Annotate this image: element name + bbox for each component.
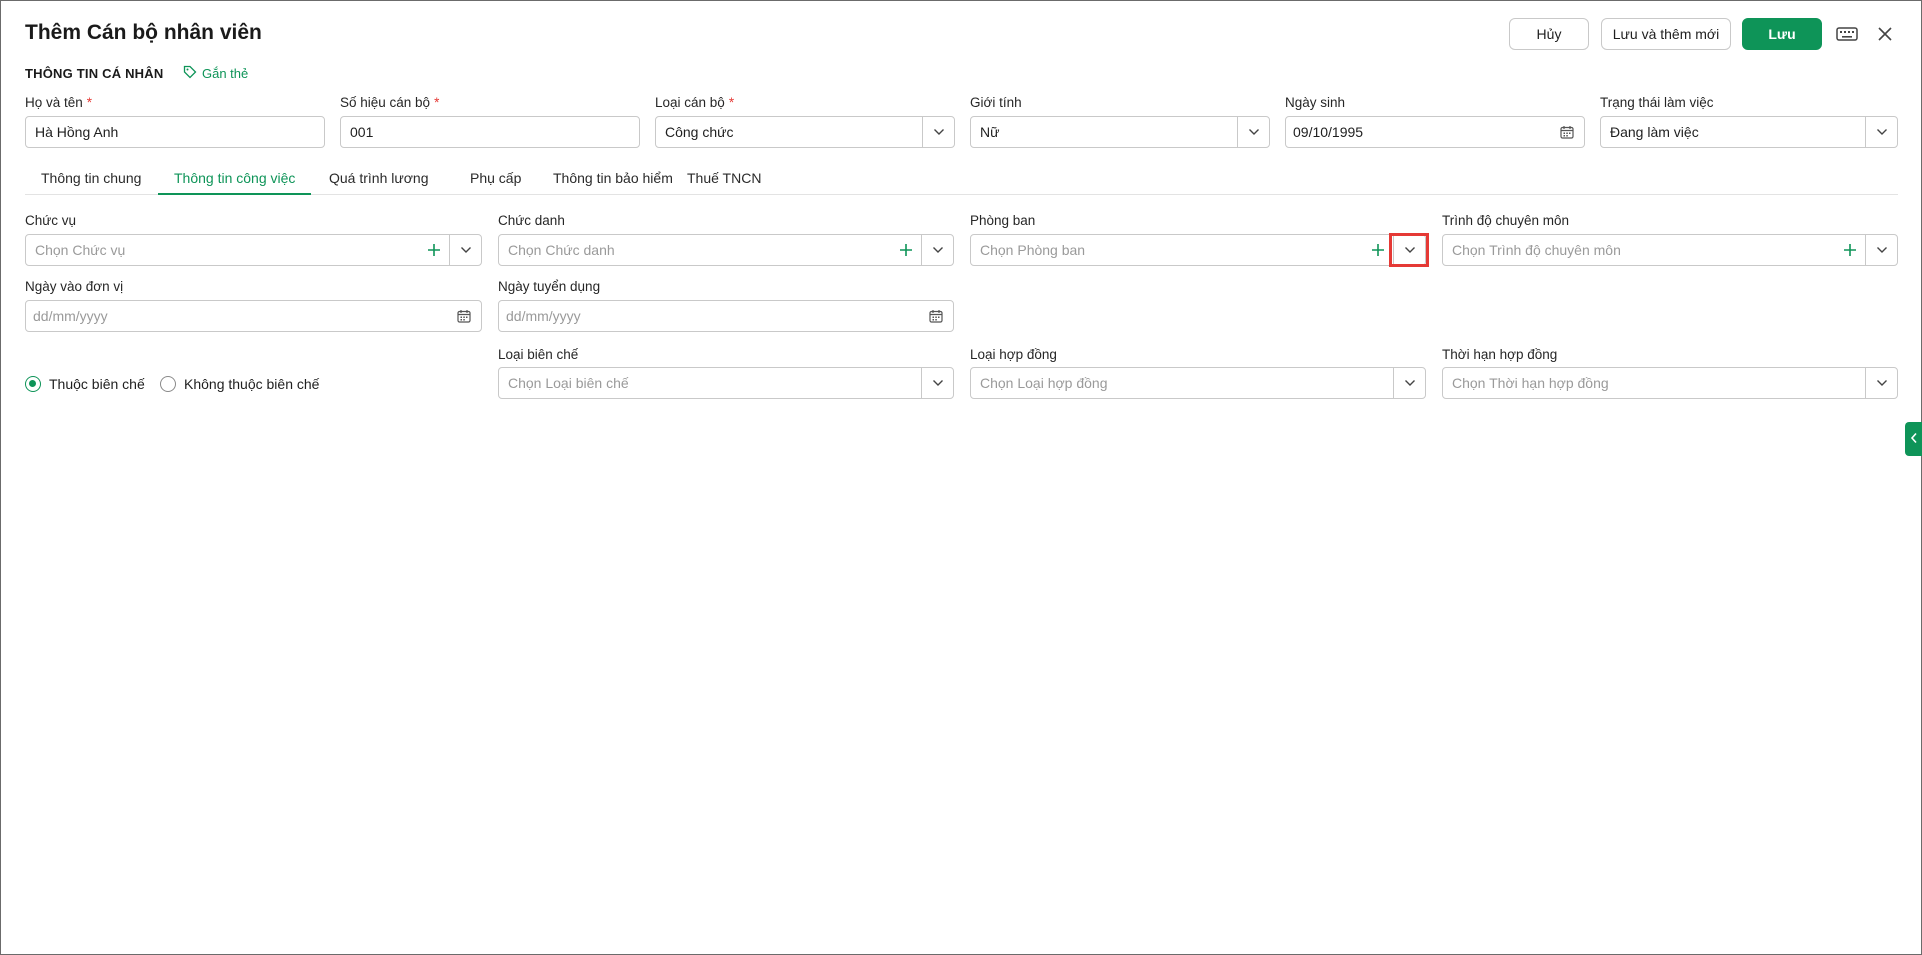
chevron-down-icon[interactable]: [1393, 368, 1425, 398]
chevron-down-icon[interactable]: [1237, 117, 1269, 147]
contract-term-label: Thời hạn hợp đồng: [1442, 347, 1558, 362]
position-select[interactable]: Chọn Chức vụ: [25, 234, 482, 266]
add-qualification-plus-icon[interactable]: [1835, 235, 1865, 265]
tab-personal-income-tax[interactable]: Thuế TNCN: [671, 167, 777, 195]
work-status-label: Trạng thái làm việc: [1600, 95, 1714, 110]
staff-type-select[interactable]: Công chức: [655, 116, 955, 148]
staff-type-label: Loại cán bộ *: [655, 95, 735, 110]
full-name-label: Họ và tên *: [25, 95, 93, 110]
work-status-select[interactable]: Đang làm việc: [1600, 116, 1898, 148]
staff-code-label: Số hiệu cán bộ *: [340, 95, 440, 110]
tag-label: Gắn thẻ: [202, 66, 249, 81]
staffing-type-select[interactable]: Chọn Loại biên chế: [498, 367, 954, 399]
birth-date-input[interactable]: 09/10/1995: [1285, 116, 1585, 148]
chevron-down-icon[interactable]: [1865, 235, 1897, 265]
chevron-down-icon[interactable]: [922, 117, 954, 147]
tab-salary-history[interactable]: Quá trình lương: [313, 167, 445, 195]
calendar-icon[interactable]: [447, 301, 481, 331]
save-button[interactable]: Lưu: [1742, 18, 1822, 50]
contract-term-select[interactable]: Chọn Thời hạn hợp đồng: [1442, 367, 1898, 399]
chevron-down-icon[interactable]: [449, 235, 481, 265]
section-title: THÔNG TIN CÁ NHÂN: [25, 66, 164, 81]
join-date-label: Ngày vào đơn vị: [25, 279, 124, 294]
tab-insurance-info[interactable]: Thông tin bảo hiểm: [537, 167, 689, 195]
contract-type-label: Loại hợp đồng: [970, 347, 1057, 362]
chevron-down-icon[interactable]: [1865, 368, 1897, 398]
side-panel-toggle[interactable]: [1905, 422, 1922, 456]
add-department-plus-icon[interactable]: [1363, 235, 1393, 265]
birth-date-label: Ngày sinh: [1285, 95, 1346, 110]
save-and-new-button[interactable]: Lưu và thêm mới: [1601, 18, 1731, 50]
tab-bar: Thông tin chung Thông tin công việc Quá …: [25, 167, 1898, 195]
full-name-input[interactable]: Hà Hồng Anh: [25, 116, 325, 148]
position-label: Chức vụ: [25, 213, 77, 228]
keyboard-icon[interactable]: [1834, 21, 1860, 47]
department-select[interactable]: Chọn Phòng ban: [970, 234, 1426, 266]
qualification-label: Trình độ chuyên môn: [1442, 213, 1570, 228]
add-job-title-plus-icon[interactable]: [891, 235, 921, 265]
page-title: Thêm Cán bộ nhân viên: [25, 21, 262, 44]
department-chevron-down-icon[interactable]: [1393, 235, 1425, 265]
hire-date-label: Ngày tuyển dụng: [498, 279, 601, 294]
chevron-down-icon[interactable]: [921, 368, 953, 398]
radio-unchecked-icon: [160, 376, 176, 392]
tag-link[interactable]: Gắn thẻ: [183, 65, 248, 82]
dialog-window: Thêm Cán bộ nhân viên Hủy Lưu và thêm mớ…: [0, 0, 1922, 955]
calendar-icon[interactable]: [1550, 117, 1584, 147]
tab-allowance[interactable]: Phụ cấp: [454, 167, 537, 195]
calendar-icon[interactable]: [919, 301, 953, 331]
tab-general-info[interactable]: Thông tin chung: [25, 167, 157, 195]
join-date-input[interactable]: dd/mm/yyyy: [25, 300, 482, 332]
staffing-type-label: Loại biên chế: [498, 347, 579, 362]
cancel-button[interactable]: Hủy: [1509, 18, 1589, 50]
job-title-label: Chức danh: [498, 213, 565, 228]
gender-select[interactable]: Nữ: [970, 116, 1270, 148]
close-icon[interactable]: [1872, 21, 1898, 47]
add-position-plus-icon[interactable]: [419, 235, 449, 265]
chevron-down-icon[interactable]: [921, 235, 953, 265]
chevron-left-icon: [1910, 431, 1918, 447]
staff-code-input[interactable]: 001: [340, 116, 640, 148]
department-label: Phòng ban: [970, 213, 1036, 228]
hire-date-input[interactable]: dd/mm/yyyy: [498, 300, 954, 332]
gender-label: Giới tính: [970, 95, 1022, 110]
staffing-radio-yes[interactable]: Thuộc biên chế: [25, 376, 145, 392]
radio-checked-icon: [25, 376, 41, 392]
qualification-select[interactable]: Chọn Trình độ chuyên môn: [1442, 234, 1898, 266]
chevron-down-icon[interactable]: [1865, 117, 1897, 147]
contract-type-select[interactable]: Chọn Loại hợp đồng: [970, 367, 1426, 399]
staffing-radio-no[interactable]: Không thuộc biên chế: [160, 376, 319, 392]
job-title-select[interactable]: Chọn Chức danh: [498, 234, 954, 266]
tab-work-info[interactable]: Thông tin công việc: [158, 167, 312, 195]
tag-icon: [183, 65, 197, 82]
